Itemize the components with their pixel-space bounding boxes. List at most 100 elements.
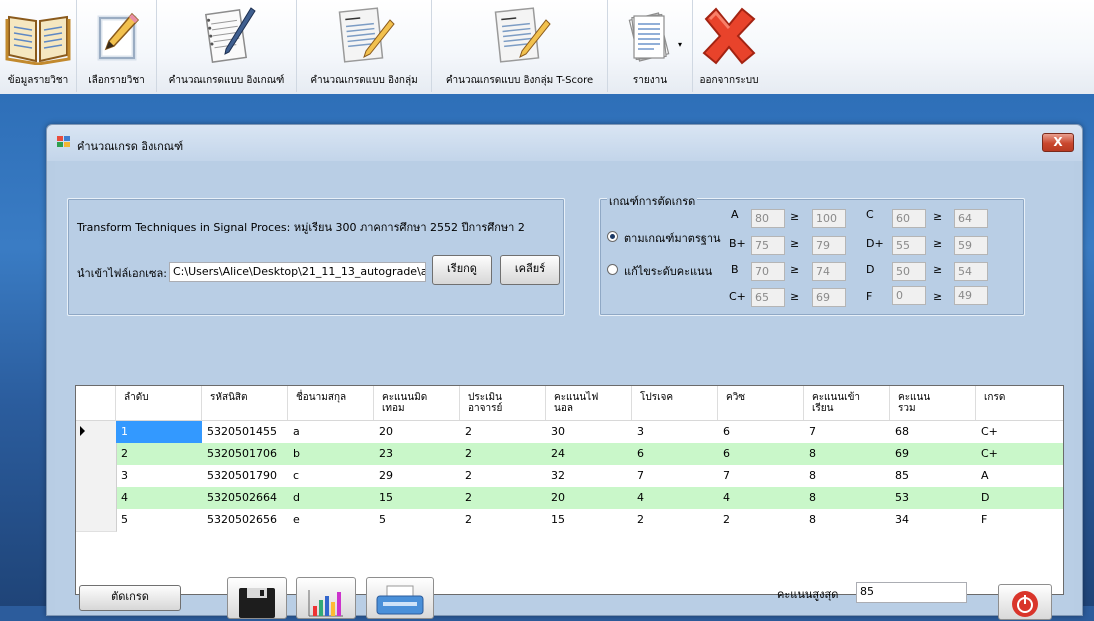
cell-grade[interactable]: A bbox=[976, 465, 1063, 487]
cell-instructor-eval[interactable]: 2 bbox=[460, 421, 546, 443]
power-button[interactable] bbox=[998, 584, 1052, 620]
col-header[interactable]: โปรเจค bbox=[632, 386, 718, 420]
cell-midterm[interactable]: 20 bbox=[374, 421, 460, 443]
cell-total[interactable]: 53 bbox=[890, 487, 976, 509]
grade-b-max[interactable]: 74 bbox=[812, 262, 846, 281]
cell-midterm[interactable]: 29 bbox=[374, 465, 460, 487]
col-header[interactable]: ลำดับ bbox=[116, 386, 202, 420]
browse-button[interactable]: เรียกดู bbox=[432, 255, 492, 285]
col-header[interactable]: ควิซ bbox=[718, 386, 804, 420]
grade-c-max[interactable]: 64 bbox=[954, 209, 988, 228]
col-header[interactable]: รหัสนิสิต bbox=[202, 386, 288, 420]
cell-order[interactable]: 1 bbox=[116, 421, 202, 443]
cell-name[interactable]: b bbox=[288, 443, 374, 465]
cell-student-id[interactable]: 5320501455 bbox=[202, 421, 288, 443]
col-header[interactable]: คะแนนไฟ นอล bbox=[546, 386, 632, 420]
grade-bplus-min[interactable]: 75 bbox=[751, 236, 785, 255]
cell-attendance[interactable]: 7 bbox=[804, 421, 890, 443]
table-row[interactable]: 1 5320501455 a 20 2 30 3 6 7 68 C+ bbox=[76, 421, 1063, 444]
row-header[interactable] bbox=[76, 509, 117, 532]
cell-order[interactable]: 3 bbox=[116, 465, 202, 487]
dropdown-arrow-icon[interactable]: ▾ bbox=[678, 40, 682, 49]
cell-total[interactable]: 69 bbox=[890, 443, 976, 465]
col-header[interactable]: คะแนน รวม bbox=[890, 386, 976, 420]
cell-project[interactable]: 3 bbox=[632, 421, 718, 443]
cell-name[interactable]: d bbox=[288, 487, 374, 509]
grade-b-min[interactable]: 70 bbox=[751, 262, 785, 281]
cell-final[interactable]: 20 bbox=[546, 487, 632, 509]
select-course-button[interactable]: เลือกรายวิชา bbox=[77, 0, 157, 92]
cell-attendance[interactable]: 8 bbox=[804, 465, 890, 487]
print-button[interactable] bbox=[366, 577, 434, 619]
cell-total[interactable]: 85 bbox=[890, 465, 976, 487]
cell-project[interactable]: 7 bbox=[632, 465, 718, 487]
cell-midterm[interactable]: 5 bbox=[374, 509, 460, 531]
grade-f-max[interactable]: 49 bbox=[954, 286, 988, 305]
cell-grade[interactable]: C+ bbox=[976, 421, 1063, 443]
grade-f-min[interactable]: 0 bbox=[892, 286, 926, 305]
grade-dplus-min[interactable]: 55 bbox=[892, 236, 926, 255]
cell-midterm[interactable]: 23 bbox=[374, 443, 460, 465]
col-header[interactable]: ประเมิน อาจารย์ bbox=[460, 386, 546, 420]
col-header[interactable]: ชื่อนามสกุล bbox=[288, 386, 374, 420]
cell-student-id[interactable]: 5320502664 bbox=[202, 487, 288, 509]
chart-button[interactable] bbox=[296, 577, 356, 619]
cell-order[interactable]: 4 bbox=[116, 487, 202, 509]
row-header[interactable] bbox=[76, 487, 117, 510]
cell-project[interactable]: 6 bbox=[632, 443, 718, 465]
cell-instructor-eval[interactable]: 2 bbox=[460, 487, 546, 509]
col-header[interactable]: คะแนนมิด เทอม bbox=[374, 386, 460, 420]
cell-grade[interactable]: F bbox=[976, 509, 1063, 531]
col-header[interactable]: เกรด bbox=[976, 386, 1063, 420]
logout-button[interactable]: ออกจากระบบ bbox=[693, 0, 765, 92]
cell-name[interactable]: e bbox=[288, 509, 374, 531]
cell-project[interactable]: 2 bbox=[632, 509, 718, 531]
row-header[interactable] bbox=[76, 443, 117, 466]
cell-order[interactable]: 2 bbox=[116, 443, 202, 465]
dialog-titlebar[interactable]: คำนวณเกรด อิงเกณฑ์ X bbox=[47, 125, 1082, 161]
cell-instructor-eval[interactable]: 2 bbox=[460, 465, 546, 487]
row-header[interactable] bbox=[76, 465, 117, 488]
cell-final[interactable]: 15 bbox=[546, 509, 632, 531]
cell-final[interactable]: 30 bbox=[546, 421, 632, 443]
cut-grade-button[interactable]: ตัดเกรด bbox=[79, 585, 181, 611]
cell-instructor-eval[interactable]: 2 bbox=[460, 443, 546, 465]
col-header[interactable]: คะแนนเข้า เรียน bbox=[804, 386, 890, 420]
radio-custom[interactable] bbox=[607, 264, 618, 275]
grade-a-max[interactable]: 100 bbox=[812, 209, 846, 228]
cell-attendance[interactable]: 8 bbox=[804, 509, 890, 531]
cell-order[interactable]: 5 bbox=[116, 509, 202, 531]
cell-quiz[interactable]: 7 bbox=[718, 465, 804, 487]
cell-attendance[interactable]: 8 bbox=[804, 487, 890, 509]
cell-quiz[interactable]: 6 bbox=[718, 421, 804, 443]
tscore-grade-button[interactable]: คำนวณเกรดแบบ อิงกลุ่ม T-Score bbox=[432, 0, 608, 92]
cell-student-id[interactable]: 5320501706 bbox=[202, 443, 288, 465]
grade-d-min[interactable]: 50 bbox=[892, 262, 926, 281]
grade-cplus-min[interactable]: 65 bbox=[751, 288, 785, 307]
table-row[interactable]: 5 5320502656 e 5 2 15 2 2 8 34 F bbox=[76, 509, 1063, 532]
row-header[interactable] bbox=[76, 421, 117, 444]
cell-final[interactable]: 24 bbox=[546, 443, 632, 465]
save-button[interactable] bbox=[227, 577, 287, 619]
clear-button[interactable]: เคลียร์ bbox=[500, 255, 560, 285]
scores-grid[interactable]: ลำดับ รหัสนิสิต ชื่อนามสกุล คะแนนมิด เทอม… bbox=[75, 385, 1064, 595]
cell-final[interactable]: 32 bbox=[546, 465, 632, 487]
cell-total[interactable]: 34 bbox=[890, 509, 976, 531]
cell-quiz[interactable]: 6 bbox=[718, 443, 804, 465]
grade-a-min[interactable]: 80 bbox=[751, 209, 785, 228]
table-row[interactable]: 2 5320501706 b 23 2 24 6 6 8 69 C+ bbox=[76, 443, 1063, 466]
cell-grade[interactable]: C+ bbox=[976, 443, 1063, 465]
cell-grade[interactable]: D bbox=[976, 487, 1063, 509]
course-info-button[interactable]: ข้อมูลรายวิชา bbox=[0, 0, 77, 92]
cell-name[interactable]: c bbox=[288, 465, 374, 487]
table-row[interactable]: 3 5320501790 c 29 2 32 7 7 8 85 A bbox=[76, 465, 1063, 488]
cell-midterm[interactable]: 15 bbox=[374, 487, 460, 509]
grade-c-min[interactable]: 60 bbox=[892, 209, 926, 228]
cell-student-id[interactable]: 5320501790 bbox=[202, 465, 288, 487]
close-button[interactable]: X bbox=[1042, 133, 1074, 152]
cell-total[interactable]: 68 bbox=[890, 421, 976, 443]
grade-cplus-max[interactable]: 69 bbox=[812, 288, 846, 307]
table-row[interactable]: 4 5320502664 d 15 2 20 4 4 8 53 D bbox=[76, 487, 1063, 510]
group-grade-button[interactable]: คำนวณเกรดแบบ อิงกลุ่ม bbox=[297, 0, 432, 92]
file-path-input[interactable]: C:\Users\Alice\Desktop\21_11_13_autograd… bbox=[169, 262, 426, 282]
